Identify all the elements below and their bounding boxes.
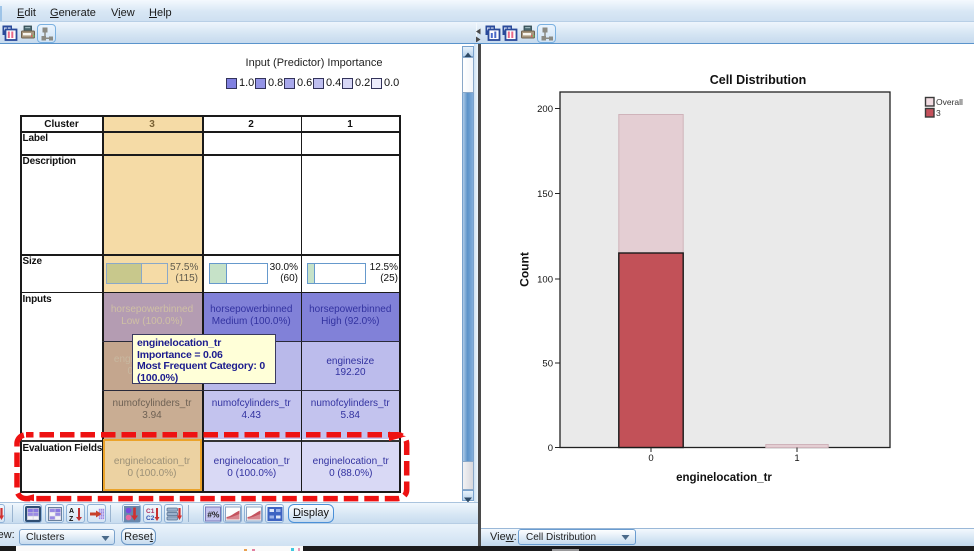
svg-text:Overall: Overall [936, 97, 963, 107]
svg-text:C2: C2 [146, 515, 155, 522]
svg-text:0: 0 [548, 443, 553, 454]
svg-text:50: 50 [542, 359, 553, 370]
svg-text:Count: Count [518, 252, 532, 287]
svg-text:100: 100 [537, 275, 553, 286]
svg-text:150: 150 [537, 189, 553, 200]
svg-text:Z: Z [69, 516, 74, 522]
svg-text:1: 1 [794, 453, 799, 464]
svg-text:#%: #% [207, 510, 220, 520]
svg-text:3: 3 [936, 108, 941, 118]
svg-text:200: 200 [537, 104, 553, 115]
svg-text:Cell Distribution: Cell Distribution [710, 73, 807, 87]
svg-text:0: 0 [648, 453, 653, 464]
svg-text:enginelocation_tr: enginelocation_tr [676, 472, 772, 484]
